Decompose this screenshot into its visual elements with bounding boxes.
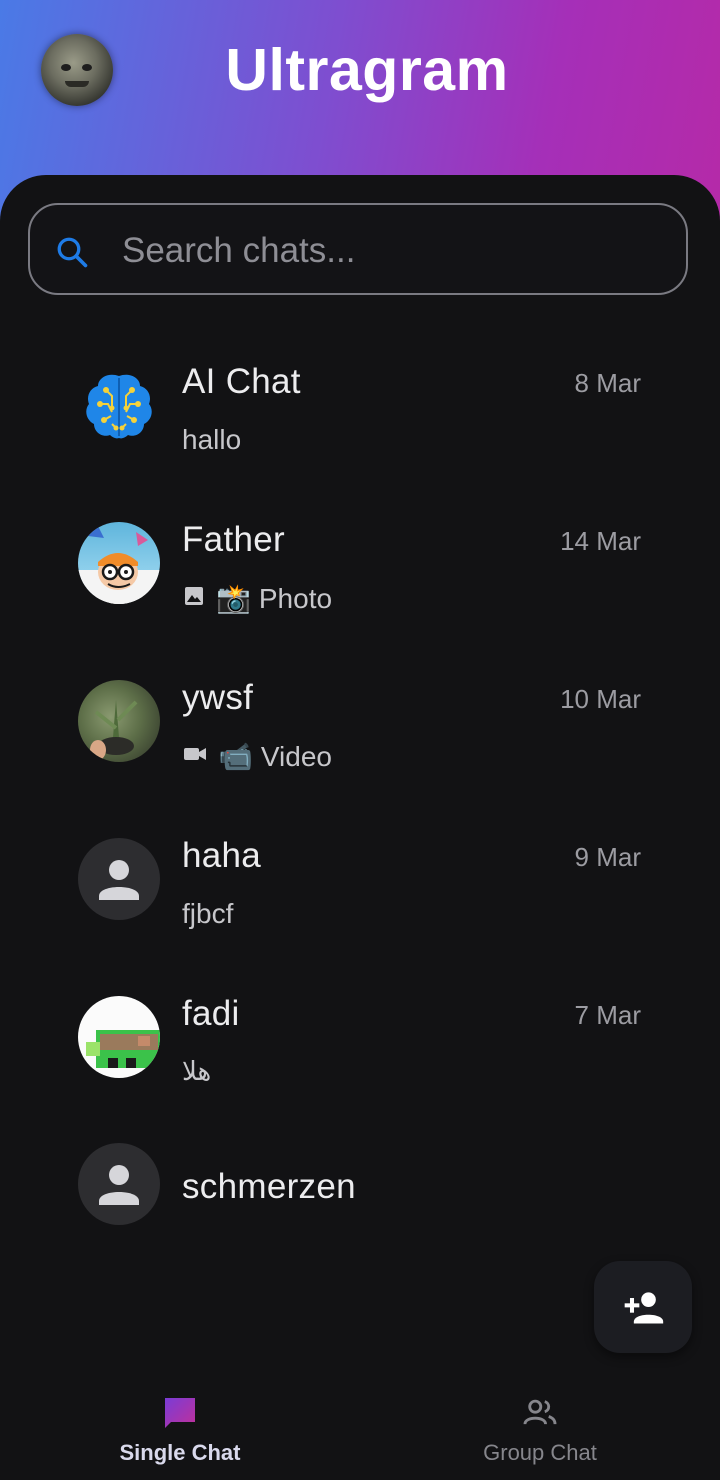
chat-preview-text: Video <box>260 740 332 772</box>
person-icon <box>99 860 139 900</box>
chat-name: haha <box>182 836 262 875</box>
videocam-icon <box>182 741 208 773</box>
chat-name: schmerzen <box>182 1167 356 1206</box>
nav-group-chat[interactable]: Group Chat <box>360 1380 720 1480</box>
default-person-avatar <box>78 838 160 920</box>
chat-item-haha[interactable]: haha 9 Mar fjbcf <box>0 804 720 944</box>
ai-brain-avatar <box>78 364 160 446</box>
chat-date: 14 Mar <box>560 526 641 556</box>
add-contact-button[interactable] <box>594 1261 692 1353</box>
chat-preview-text: هلا <box>182 1056 212 1086</box>
chat-item-ai-chat[interactable]: AI Chat 8 Mar hallo <box>0 330 720 470</box>
nav-label: Single Chat <box>119 1440 241 1465</box>
image-icon <box>182 583 206 615</box>
chat-name: AI Chat <box>182 362 301 401</box>
chat-preview-text: fjbcf <box>182 898 234 929</box>
camera-flash-emoji: 📸 <box>216 583 251 614</box>
app-title: Ultragram <box>225 37 509 103</box>
chat-item-father[interactable]: Father 14 Mar 📸 Photo <box>0 488 720 628</box>
chat-date: 8 Mar <box>574 368 641 398</box>
contact-avatar <box>78 522 160 604</box>
person-icon <box>99 1165 139 1205</box>
chat-name: Father <box>182 520 285 559</box>
chat-date: 7 Mar <box>574 1000 641 1030</box>
chat-preview: fjbcf <box>182 898 233 930</box>
person-add-icon <box>624 1292 664 1324</box>
chat-name: ywsf <box>182 678 254 717</box>
chat-item-schmerzen[interactable]: schmerzen <box>0 1120 720 1260</box>
chat-date: 9 Mar <box>574 842 641 872</box>
chat-preview: 📸 Photo <box>182 582 332 615</box>
search-box[interactable] <box>28 203 688 295</box>
chat-date: 10 Mar <box>560 684 641 714</box>
chat-item-fadi[interactable]: fadi 7 Mar هلا <box>0 962 720 1102</box>
contact-avatar <box>78 996 160 1078</box>
search-icon <box>57 237 88 268</box>
group-icon <box>523 1399 557 1425</box>
chat-bubble-icon <box>165 1398 195 1428</box>
contact-avatar <box>78 680 160 762</box>
chat-preview: هلا <box>182 1056 211 1087</box>
nav-label: Group Chat <box>483 1440 597 1465</box>
video-camera-emoji: 📹 <box>218 741 253 772</box>
chat-preview: hallo <box>182 424 241 456</box>
nav-single-chat[interactable]: Single Chat <box>0 1380 360 1480</box>
chat-name: fadi <box>182 994 240 1033</box>
chat-preview-text: Photo <box>258 582 333 614</box>
chat-preview: 📹 Video <box>182 740 332 773</box>
default-person-avatar <box>78 1143 160 1225</box>
search-input[interactable] <box>120 223 664 279</box>
chat-preview-text: hallo <box>182 424 242 455</box>
bottom-navigation: Single Chat Group Chat <box>0 1380 720 1480</box>
chat-item-ywsf[interactable]: ywsf 10 Mar 📹 Video <box>0 646 720 786</box>
